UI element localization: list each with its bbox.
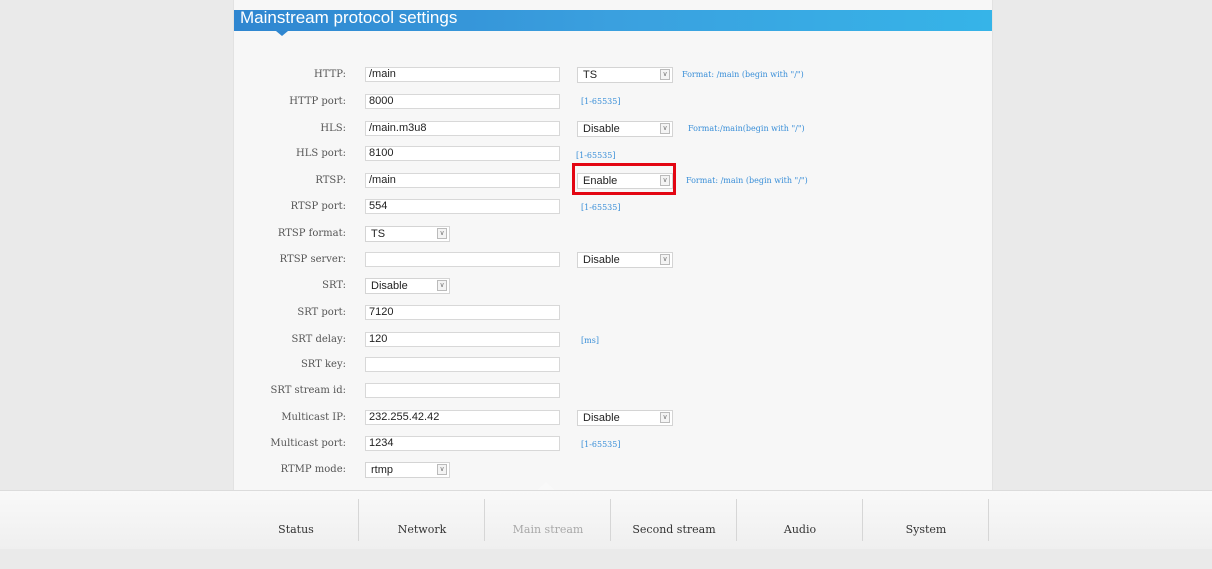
hls-port-hint: [1-65535] (576, 151, 616, 160)
bottom-tab-bar: Status Network Main stream Second stream… (0, 490, 1212, 549)
srt-select-value: Disable (371, 280, 408, 292)
tab-second-stream[interactable]: Second stream (611, 491, 737, 549)
chevron-down-icon: ∨ (660, 254, 670, 265)
rtsp-server-input[interactable] (365, 252, 560, 267)
tab-status[interactable]: Status (233, 491, 359, 549)
chevron-down-icon: ∨ (660, 412, 670, 423)
multicast-select-value: Disable (583, 412, 620, 424)
srt-delay-label: SRT delay: (291, 334, 346, 345)
panel-header: Mainstream protocol settings (234, 8, 992, 31)
rtsp-format-label: RTSP format: (277, 228, 346, 239)
hls-path-input[interactable]: /main.m3u8 (365, 121, 560, 136)
rtsp-format-value: TS (371, 228, 386, 240)
srt-key-label: SRT key: (300, 359, 346, 370)
multicast-port-hint: [1-65535] (581, 440, 621, 449)
chevron-down-icon: ∨ (660, 69, 670, 80)
multicast-select[interactable]: Disable ∨ (577, 410, 673, 426)
srt-stream-id-label: SRT stream id: (270, 385, 347, 396)
tab-system[interactable]: System (863, 491, 989, 549)
srt-port-label: SRT port: (297, 307, 346, 318)
chevron-down-icon: ∨ (660, 123, 670, 134)
http-hint: Format: /main (begin with "/") (682, 70, 804, 79)
header-notch (276, 31, 288, 36)
chevron-down-icon: ∨ (437, 280, 447, 291)
http-format-select[interactable]: TS ∨ (577, 67, 673, 83)
multicast-port-input[interactable]: 1234 (365, 436, 560, 451)
chevron-down-icon: ∨ (437, 464, 447, 475)
srt-delay-hint: [ms] (581, 336, 599, 345)
srt-port-input[interactable]: 7120 (365, 305, 560, 320)
rtsp-path-input[interactable]: /main (365, 173, 560, 188)
highlight-box (572, 163, 676, 195)
rtmp-mode-label: RTMP mode: (280, 464, 346, 475)
http-port-label: HTTP port: (289, 96, 346, 107)
srt-delay-input[interactable]: 120 (365, 332, 560, 347)
rtsp-format-select[interactable]: TS ∨ (365, 226, 450, 242)
hls-select-value: Disable (583, 123, 620, 135)
http-port-hint: [1-65535] (581, 97, 621, 106)
active-tab-caret (537, 482, 555, 490)
srt-select[interactable]: Disable ∨ (365, 278, 450, 294)
multicast-ip-input[interactable]: 232.255.42.42 (365, 410, 560, 425)
multicast-ip-label: Multicast IP: (281, 412, 346, 423)
srt-stream-id-input[interactable] (365, 383, 560, 398)
multicast-port-label: Multicast port: (270, 438, 346, 449)
hls-select[interactable]: Disable ∨ (577, 121, 673, 137)
tab-divider (988, 499, 989, 541)
rtmp-mode-select[interactable]: rtmp ∨ (365, 462, 450, 478)
hls-label: HLS: (320, 123, 346, 134)
hls-port-input[interactable]: 8100 (365, 146, 560, 161)
panel-title: Mainstream protocol settings (240, 8, 458, 27)
http-port-input[interactable]: 8000 (365, 94, 560, 109)
srt-label: SRT: (322, 280, 346, 291)
rtsp-server-select-value: Disable (583, 254, 620, 266)
tab-network[interactable]: Network (359, 491, 485, 549)
hls-hint: Format:/main(begin with "/") (688, 124, 805, 133)
rtsp-port-hint: [1-65535] (581, 203, 621, 212)
rtsp-server-label: RTSP server: (279, 254, 346, 265)
http-path-input[interactable]: /main (365, 67, 560, 82)
rtsp-server-select[interactable]: Disable ∨ (577, 252, 673, 268)
rtsp-port-label: RTSP port: (290, 201, 346, 212)
http-label: HTTP: (314, 69, 346, 80)
hls-port-label: HLS port: (296, 148, 346, 159)
chevron-down-icon: ∨ (437, 228, 447, 239)
tab-audio[interactable]: Audio (737, 491, 863, 549)
http-format-value: TS (583, 69, 598, 81)
tab-main-stream[interactable]: Main stream (485, 491, 611, 549)
rtsp-hint: Format: /main (begin with "/") (686, 176, 808, 185)
rtsp-port-input[interactable]: 554 (365, 199, 560, 214)
rtsp-label: RTSP: (315, 175, 346, 186)
rtmp-mode-value: rtmp (371, 464, 393, 476)
srt-key-input[interactable] (365, 357, 560, 372)
